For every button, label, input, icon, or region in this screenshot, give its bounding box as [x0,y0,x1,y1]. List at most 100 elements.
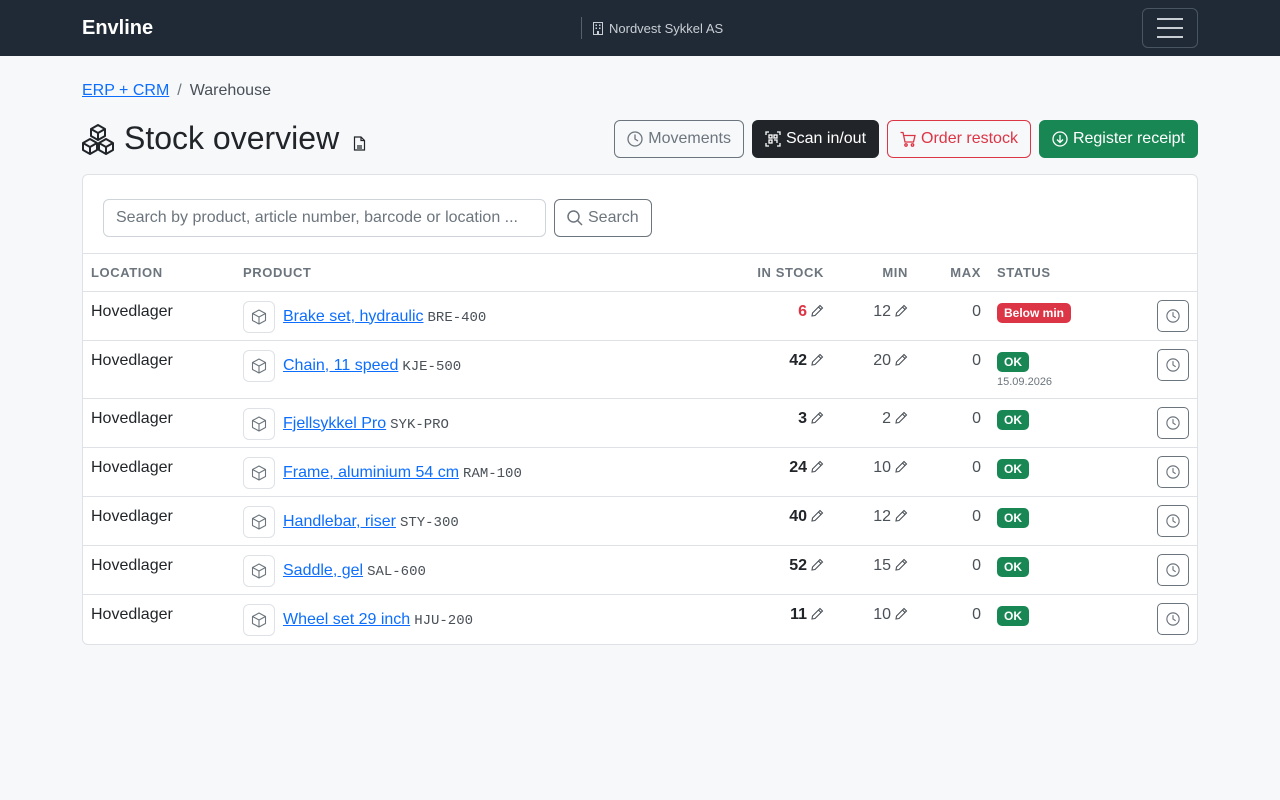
edit-stock-icon[interactable] [811,558,824,571]
product-link[interactable]: Wheel set 29 inch [283,611,410,629]
location-cell: Hovedlager [91,302,173,320]
status-note: 15.09.2026 [997,375,1053,388]
history-button[interactable] [1157,553,1189,586]
product-sku: SAL-600 [367,564,426,580]
history-button[interactable] [1157,406,1189,439]
min-cell: 20 [832,340,916,398]
register-receipt-button[interactable]: Register receipt [1038,120,1198,158]
min-cell: 10 [832,594,916,643]
table-row: Hovedlager Saddle, gel SAL-600 52 15 0 O… [83,545,1197,594]
max-value: 0 [972,302,981,320]
hamburger-line [1157,27,1183,29]
history-button[interactable] [1157,504,1189,537]
location-cell: Hovedlager [91,458,173,476]
in-stock-value: 52 [789,556,807,574]
product-sku: STY-300 [399,515,459,531]
actions-cell [1149,291,1197,340]
in-stock-value: 24 [789,458,807,476]
product-link[interactable]: Saddle, gel [283,562,363,580]
product-box-icon [243,407,275,440]
breadcrumb-root-link[interactable]: ERP + CRM [82,82,169,100]
search-input[interactable] [103,199,546,237]
edit-min-icon[interactable] [895,607,908,620]
clock-icon [1166,357,1180,372]
table-row: Hovedlager Handlebar, riser STY-300 40 1… [83,496,1197,545]
max-cell: 0 [916,545,989,594]
product-link[interactable]: Chain, 11 speed [283,357,398,375]
clock-icon [627,131,643,147]
company-name: Nordvest Sykkel AS [609,20,724,36]
header-min[interactable]: MIN [832,254,916,291]
actions-cell [1149,447,1197,496]
status-cell: OK [989,447,1149,496]
clock-icon [1166,513,1180,528]
min-value: 20 [873,351,891,369]
search-button[interactable]: Search [554,199,652,237]
movements-button[interactable]: Movements [614,120,744,158]
product-box-icon [243,300,275,333]
clock-icon [1166,611,1180,626]
header-status[interactable]: STATUS [989,254,1149,291]
header-in-stock[interactable]: IN STOCK [742,254,832,291]
company-indicator[interactable]: Nordvest Sykkel AS [581,17,723,39]
hamburger-line [1157,36,1183,38]
menu-toggle-button[interactable] [1142,8,1198,48]
hamburger-line [1157,18,1183,20]
search-button-label: Search [588,209,639,226]
status-badge: OK [997,507,1029,528]
product-cell: Chain, 11 speed KJE-500 [235,340,742,398]
scan-in-out-button[interactable]: Scan in/out [751,120,880,158]
min-value: 12 [873,507,891,525]
max-value: 0 [972,409,981,427]
product-sku: SYK-PRO [390,417,449,433]
product-sku: HJU-200 [414,613,473,629]
product-cell: Frame, aluminium 54 cm RAM-100 [235,447,742,496]
max-cell: 0 [916,340,989,398]
in-stock-cell: 40 [742,496,832,545]
product-link[interactable]: Fjellsykkel Pro [283,415,386,433]
order-restock-button[interactable]: Order restock [887,120,1031,158]
edit-stock-icon[interactable] [811,411,824,424]
min-cell: 15 [832,545,916,594]
edit-stock-icon[interactable] [811,607,824,620]
status-cell: OK [989,398,1149,447]
history-button[interactable] [1157,455,1189,488]
edit-stock-icon[interactable] [811,353,824,366]
edit-min-icon[interactable] [895,558,908,571]
table-row: Hovedlager Frame, aluminium 54 cm RAM-10… [83,447,1197,496]
edit-stock-icon[interactable] [811,509,824,522]
header-product[interactable]: PRODUCT [235,254,742,291]
location-cell: Hovedlager [91,605,173,623]
max-cell: 0 [916,594,989,643]
edit-min-icon[interactable] [895,353,908,366]
product-sku: RAM-100 [463,466,522,482]
document-export-icon[interactable] [353,136,366,151]
history-button[interactable] [1157,348,1189,381]
history-button[interactable] [1157,602,1189,635]
clock-icon [1166,308,1180,323]
min-value: 10 [873,605,891,623]
edit-min-icon[interactable] [895,460,908,473]
product-cell: Brake set, hydraulic BRE-400 [235,291,742,340]
edit-stock-icon[interactable] [811,304,824,317]
min-cell: 2 [832,398,916,447]
edit-min-icon[interactable] [895,411,908,424]
edit-stock-icon[interactable] [811,460,824,473]
edit-min-icon[interactable] [895,304,908,317]
product-link[interactable]: Frame, aluminium 54 cm [283,464,459,482]
in-stock-cell: 24 [742,447,832,496]
actions-cell [1149,340,1197,398]
product-link[interactable]: Handlebar, riser [283,513,396,531]
header-max[interactable]: MAX [916,254,989,291]
brand-logo[interactable]: Envline [82,17,153,40]
product-box-icon [243,505,275,538]
max-value: 0 [972,458,981,476]
building-icon [593,21,603,35]
cart-icon [900,131,916,147]
status-cell: OK [989,594,1149,643]
page-actions: Movements Scan in/out Order restock Regi… [614,120,1198,158]
header-location[interactable]: LOCATION [83,254,235,291]
edit-min-icon[interactable] [895,509,908,522]
history-button[interactable] [1157,299,1189,332]
product-link[interactable]: Brake set, hydraulic [283,308,424,326]
